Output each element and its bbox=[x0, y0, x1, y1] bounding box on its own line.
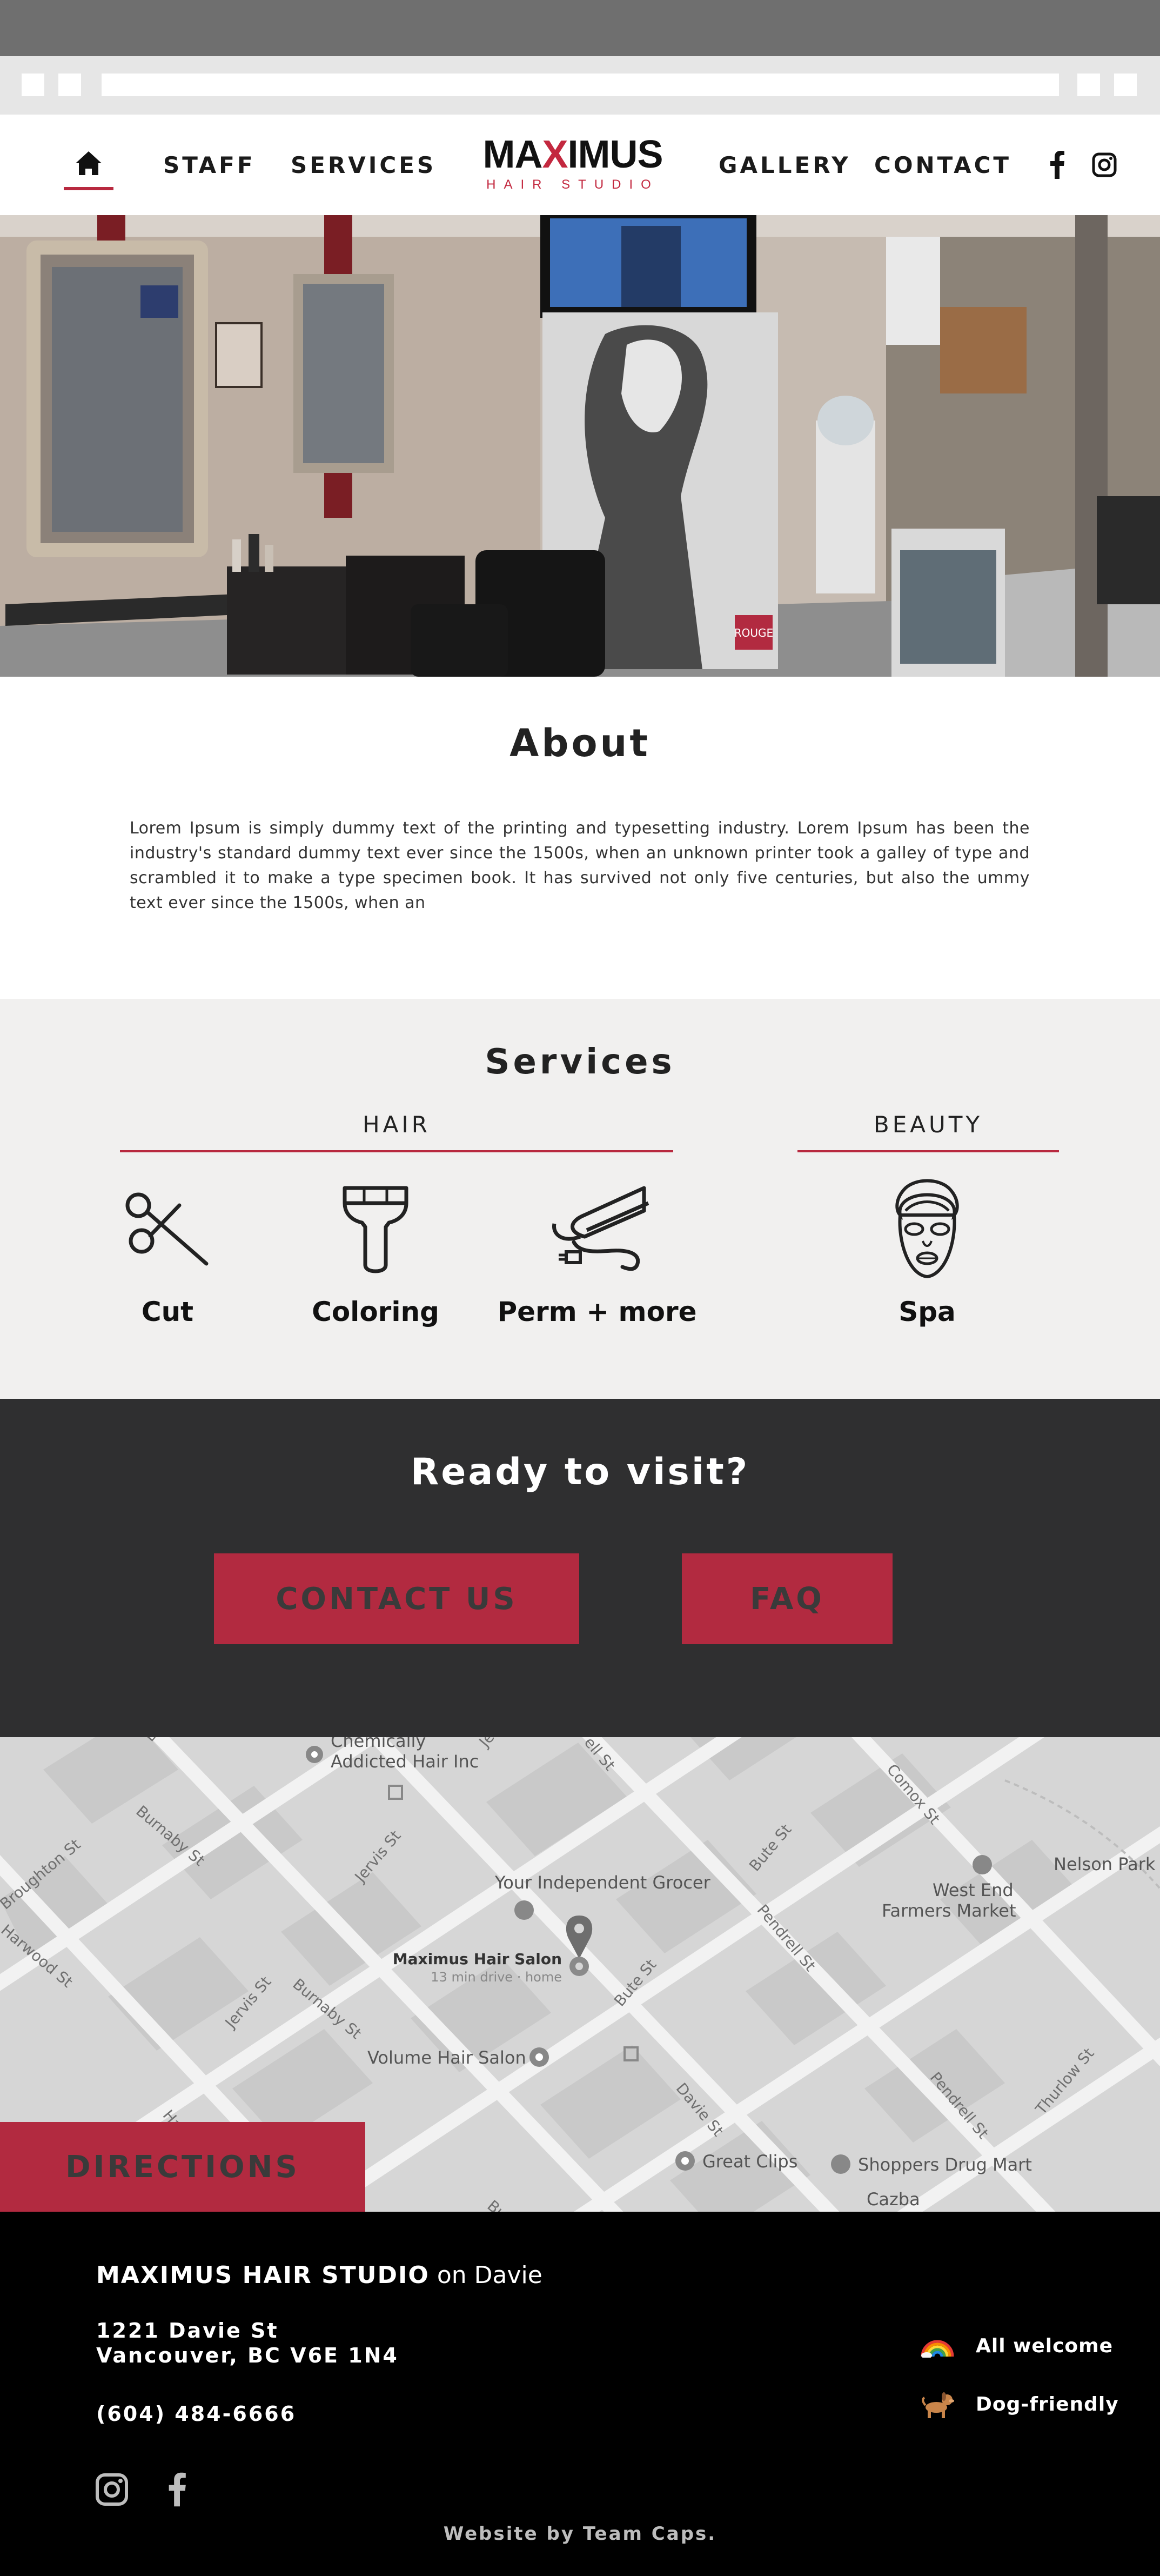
hair-category-label: HAIR bbox=[363, 1111, 431, 1138]
nav-instagram-link[interactable] bbox=[1088, 147, 1121, 183]
salon-map-label: Maximus Hair Salon bbox=[393, 1950, 562, 1968]
footer-brand-name: MAXIMUS HAIR STUDIO bbox=[96, 2261, 430, 2289]
footer-facebook-link[interactable] bbox=[158, 2469, 196, 2510]
service-spa-label: Spa bbox=[899, 1296, 956, 1327]
footer-instagram-link[interactable] bbox=[93, 2469, 131, 2510]
hair-category-divider bbox=[120, 1150, 673, 1152]
beauty-category-label: BEAUTY bbox=[873, 1111, 983, 1138]
footer-address-line1: 1221 Davie St bbox=[96, 2319, 279, 2343]
service-perm[interactable] bbox=[547, 1183, 655, 1274]
rainbow-icon bbox=[918, 2330, 956, 2362]
nav-home-link[interactable] bbox=[64, 147, 113, 190]
logo-wordmark-left: MA bbox=[482, 133, 542, 176]
service-spa[interactable] bbox=[889, 1177, 965, 1280]
salon-interior-illustration: ROUGE bbox=[0, 215, 1160, 677]
services-title: Services bbox=[485, 1042, 675, 1082]
footer-address-line2: Vancouver, BC V6E 1N4 bbox=[96, 2344, 399, 2367]
poi-label: West End bbox=[933, 1880, 1014, 1900]
hair-straightener-icon bbox=[552, 1186, 649, 1271]
services-section: Services HAIR BEAUTY Cut Coloring Perm +… bbox=[0, 999, 1160, 1399]
site-footer: MAXIMUS HAIR STUDIO on Davie 1221 Davie … bbox=[0, 2212, 1160, 2576]
poi-label: Addicted Hair Inc bbox=[331, 1751, 479, 1772]
feature-all-welcome: All welcome bbox=[918, 2330, 1113, 2362]
nav-gallery-link[interactable]: GALLERY bbox=[719, 115, 851, 215]
poi-label: Volume Hair Salon bbox=[367, 2047, 526, 2068]
poi-label: Chemically bbox=[331, 1737, 426, 1751]
beauty-category-divider bbox=[797, 1150, 1059, 1152]
contact-us-button[interactable]: CONTACT US bbox=[214, 1553, 579, 1644]
faq-button[interactable]: FAQ bbox=[682, 1553, 893, 1644]
service-cut[interactable] bbox=[120, 1184, 212, 1270]
scissors-icon bbox=[125, 1192, 209, 1266]
salon-hero-image: ROUGE bbox=[0, 215, 1160, 677]
service-cut-label: Cut bbox=[141, 1296, 194, 1327]
browser-back-button[interactable] bbox=[22, 74, 44, 96]
service-coloring-label: Coloring bbox=[312, 1296, 439, 1327]
footer-brand: MAXIMUS HAIR STUDIO on Davie bbox=[96, 2261, 542, 2289]
browser-address-bar[interactable] bbox=[102, 74, 1059, 96]
nav-staff-link[interactable]: STAFF bbox=[163, 115, 256, 215]
maximus-logo[interactable]: MAXIMUS HAIR STUDIO bbox=[474, 135, 671, 195]
logo-subtitle: HAIR STUDIO bbox=[486, 177, 659, 192]
service-coloring[interactable] bbox=[340, 1183, 411, 1273]
facebook-icon bbox=[169, 2472, 186, 2507]
feature-dog-friendly-label: Dog-friendly bbox=[976, 2393, 1119, 2415]
instagram-icon bbox=[1092, 152, 1117, 177]
browser-action-button[interactable] bbox=[1077, 74, 1100, 96]
browser-title-bar bbox=[0, 0, 1160, 56]
footer-phone[interactable]: (604) 484-6666 bbox=[96, 2402, 296, 2426]
directions-button[interactable]: DIRECTIONS bbox=[0, 2122, 365, 2212]
service-perm-label: Perm + more bbox=[497, 1296, 697, 1327]
feature-dog-friendly: Dog-friendly bbox=[918, 2388, 1119, 2420]
facebook-icon bbox=[1050, 151, 1064, 179]
browser-forward-button[interactable] bbox=[58, 74, 81, 96]
feature-all-welcome-label: All welcome bbox=[976, 2334, 1114, 2357]
main-navigation: STAFF SERVICES MAXIMUS HAIR STUDIO GALLE… bbox=[0, 115, 1160, 215]
salon-map-sublabel: 13 min drive · home bbox=[431, 1970, 562, 1985]
footer-brand-suffix: on Davie bbox=[429, 2261, 542, 2289]
logo-wordmark-right: IMUS bbox=[567, 133, 663, 176]
about-body-text: Lorem Ipsum is simply dummy text of the … bbox=[130, 819, 1030, 912]
browser-menu-button[interactable] bbox=[1114, 74, 1137, 96]
nav-facebook-link[interactable] bbox=[1041, 147, 1073, 183]
instagram-icon bbox=[96, 2473, 128, 2506]
face-mask-icon bbox=[895, 1179, 959, 1279]
cta-section: Ready to visit? CONTACT US FAQ bbox=[0, 1399, 1160, 1737]
about-title: About bbox=[509, 721, 651, 765]
poster-text: ROUGE bbox=[734, 626, 773, 639]
poi-label: Nelson Park bbox=[1054, 1854, 1156, 1874]
poi-label: Shoppers Drug Mart bbox=[858, 2154, 1032, 2175]
nav-services-link[interactable]: SERVICES bbox=[291, 115, 436, 215]
poi-label: Farmers Market bbox=[882, 1900, 1016, 1921]
poi-label: Your Independent Grocer bbox=[494, 1872, 711, 1893]
poi-label: Great Clips bbox=[702, 2151, 797, 2172]
home-icon bbox=[76, 151, 102, 175]
footer-credit-link[interactable]: Website by Team Caps. bbox=[0, 2523, 1160, 2545]
poi-label: Cazba bbox=[867, 2189, 920, 2210]
paint-brush-icon bbox=[343, 1186, 408, 1273]
nav-contact-link[interactable]: CONTACT bbox=[874, 115, 1011, 215]
logo-wordmark-x: X bbox=[542, 133, 568, 176]
logo-wordmark: MAXIMUS bbox=[474, 135, 671, 174]
dog-icon bbox=[918, 2388, 956, 2420]
cta-title: Ready to visit? bbox=[410, 1451, 750, 1493]
active-nav-underline bbox=[64, 187, 113, 190]
